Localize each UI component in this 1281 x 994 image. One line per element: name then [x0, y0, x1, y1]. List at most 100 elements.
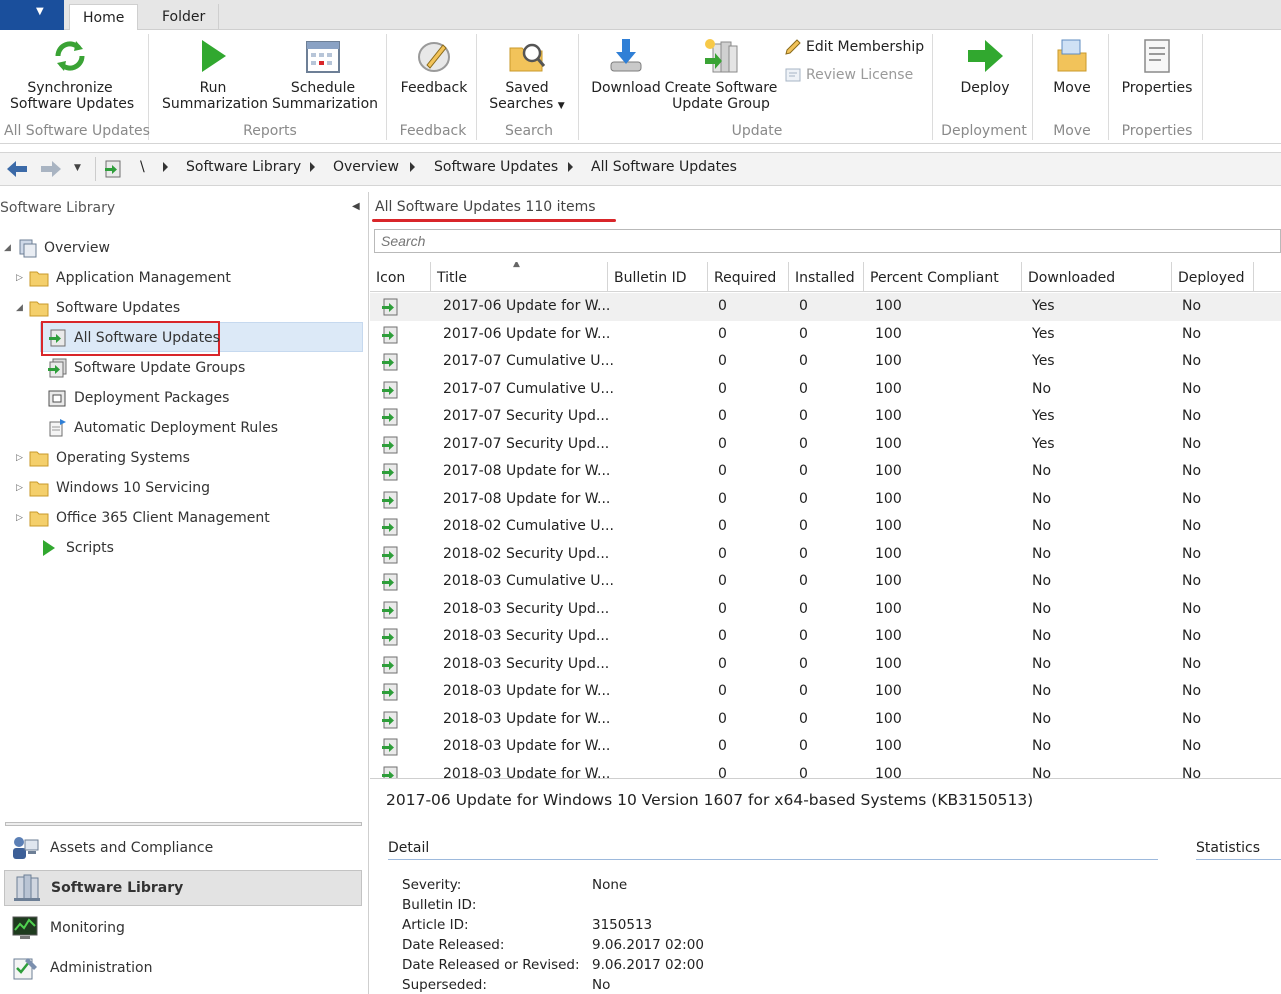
run-summarization-button[interactable]: Run Summarization	[162, 36, 268, 112]
tree-label-operating-systems: Operating Systems	[56, 450, 190, 466]
collapsed-arrow-icon[interactable]: ▷	[16, 483, 28, 493]
breadcrumb-all-software-updates[interactable]: All Software Updates	[591, 159, 737, 175]
feedback-pen-icon	[418, 42, 450, 72]
tree-item-application-management[interactable]: ▷ Application Management	[16, 266, 231, 290]
cell-deployed: No	[1182, 655, 1202, 672]
expanded-arrow-icon[interactable]: ◢	[4, 243, 16, 253]
search-input[interactable]	[374, 229, 1281, 253]
properties-icon	[1144, 39, 1170, 73]
cell-title: 2018-02 Cumulative U...	[443, 518, 614, 534]
tree-item-automatic-deployment-rules[interactable]: Automatic Deployment Rules	[46, 416, 278, 440]
table-row[interactable]: 2018-03 Update for W... 0 0 100 No No	[370, 706, 1281, 734]
table-row[interactable]: 2017-07 Cumulative U... 0 0 100 No No	[370, 376, 1281, 404]
rule-icon	[49, 419, 66, 437]
move-button[interactable]: Move	[1040, 36, 1104, 96]
workspace-administration[interactable]: Administration	[4, 950, 362, 986]
column-header-bulletin-id[interactable]: Bulletin ID	[608, 262, 708, 292]
tree-item-overview[interactable]: ◢ Overview	[4, 236, 110, 260]
table-row[interactable]: 2017-06 Update for W... 0 0 100 Yes No	[370, 321, 1281, 349]
column-header-icon[interactable]: Icon	[370, 262, 431, 292]
collapsed-arrow-icon[interactable]: ▷	[16, 273, 28, 283]
breadcrumb-overview[interactable]: Overview	[333, 159, 399, 175]
collapse-pane-icon[interactable]: ◀	[352, 201, 360, 212]
column-header-required[interactable]: Required	[708, 262, 789, 292]
workspace-assets-and-compliance[interactable]: Assets and Compliance	[4, 830, 362, 866]
table-row[interactable]: 2018-03 Cumulative U... 0 0 100 No No	[370, 568, 1281, 596]
cell-percent: 100	[875, 518, 902, 534]
breadcrumb-root[interactable]: \	[140, 159, 145, 175]
tree-item-scripts[interactable]: Scripts	[28, 536, 114, 560]
review-license-button[interactable]: Review License	[784, 66, 913, 84]
tree-item-operating-systems[interactable]: ▷ Operating Systems	[16, 446, 190, 470]
table-row[interactable]: 2018-03 Security Upd... 0 0 100 No No	[370, 623, 1281, 651]
workspace-splitter[interactable]	[5, 822, 362, 826]
table-row[interactable]: 2017-07 Cumulative U... 0 0 100 Yes No	[370, 348, 1281, 376]
synchronize-updates-button[interactable]: Synchronize Software Updates	[10, 36, 134, 112]
cell-deployed: No	[1182, 380, 1202, 397]
app-menu-button[interactable]: ▼	[0, 0, 64, 30]
tree-item-office-365[interactable]: ▷ Office 365 Client Management	[16, 506, 270, 530]
tab-detail[interactable]: Detail	[388, 840, 429, 856]
expanded-arrow-icon[interactable]: ◢	[16, 303, 28, 313]
tree-item-all-software-updates[interactable]: All Software Updates	[46, 326, 220, 350]
properties-button[interactable]: Properties	[1116, 36, 1198, 96]
cell-required: 0	[718, 325, 727, 342]
tree-item-software-update-groups[interactable]: Software Update Groups	[46, 356, 245, 380]
table-row[interactable]: 2017-08 Update for W... 0 0 100 No No	[370, 486, 1281, 514]
column-header-installed[interactable]: Installed	[789, 262, 864, 292]
download-button[interactable]: Download	[590, 36, 662, 96]
move-folder-icon	[1057, 39, 1087, 72]
ribbon-tab-bar: ▼ Home Folder	[0, 0, 1281, 31]
table-row[interactable]: 2017-07 Security Upd... 0 0 100 Yes No	[370, 403, 1281, 431]
feedback-button[interactable]: Feedback	[396, 36, 472, 96]
tree-item-deployment-packages[interactable]: Deployment Packages	[46, 386, 229, 410]
create-update-group-button[interactable]: Create Software Update Group	[664, 36, 778, 112]
tab-folder[interactable]: Folder	[149, 4, 220, 31]
workspace-monitoring[interactable]: Monitoring	[4, 910, 362, 946]
move-label: Move	[1053, 80, 1091, 96]
schedule-summarization-button[interactable]: Schedule Summarization	[272, 36, 378, 112]
edit-membership-button[interactable]: Edit Membership	[784, 38, 924, 56]
breadcrumb-software-updates[interactable]: Software Updates	[434, 159, 558, 175]
table-row[interactable]: 2018-02 Cumulative U... 0 0 100 No No	[370, 513, 1281, 541]
table-row[interactable]: 2018-03 Update for W... 0 0 100 No No	[370, 733, 1281, 761]
software-update-icon	[382, 326, 398, 343]
workspace-software-library[interactable]: Software Library	[4, 870, 362, 906]
tab-statistics[interactable]: Statistics	[1196, 840, 1260, 856]
cell-percent: 100	[875, 573, 902, 589]
cell-percent: 100	[875, 408, 902, 424]
column-header-deployed[interactable]: Deployed	[1172, 262, 1254, 292]
cell-percent: 100	[875, 628, 902, 644]
cell-percent: 100	[875, 600, 902, 617]
table-row[interactable]: 2018-03 Update for W... 0 0 100 No No	[370, 678, 1281, 706]
tree-item-windows-10-servicing[interactable]: ▷ Windows 10 Servicing	[16, 476, 210, 500]
cell-installed: 0	[799, 298, 808, 314]
table-row[interactable]: 2018-03 Security Upd... 0 0 100 No No	[370, 596, 1281, 624]
deploy-button[interactable]: Deploy	[944, 36, 1026, 96]
breadcrumb-software-library[interactable]: Software Library	[186, 159, 301, 175]
column-header-downloaded[interactable]: Downloaded	[1022, 262, 1172, 292]
history-dropdown-icon[interactable]: ▼	[74, 163, 81, 173]
workspace-label-administration: Administration	[50, 960, 153, 976]
collapsed-arrow-icon[interactable]: ▷	[16, 513, 28, 523]
tab-home[interactable]: Home	[69, 4, 139, 31]
cell-percent: 100	[875, 463, 902, 479]
group-separator	[1108, 34, 1109, 140]
saved-searches-button[interactable]: Saved Searches ▼	[486, 36, 568, 114]
table-row[interactable]: 2017-07 Security Upd... 0 0 100 Yes No	[370, 431, 1281, 459]
cell-deployed: No	[1182, 545, 1202, 562]
table-row[interactable]: 2017-06 Update for W... 0 0 100 Yes No	[370, 293, 1281, 321]
table-row[interactable]: 2017-08 Update for W... 0 0 100 No No	[370, 458, 1281, 486]
table-row[interactable]: 2018-03 Update for W... 0 0 100 No No	[370, 761, 1281, 778]
table-row[interactable]: 2018-03 Security Upd... 0 0 100 No No	[370, 651, 1281, 679]
back-arrow-icon[interactable]	[6, 159, 28, 179]
forward-arrow-icon[interactable]	[40, 159, 62, 179]
properties-label: Properties	[1121, 80, 1193, 96]
cell-required: 0	[718, 380, 727, 397]
cell-installed: 0	[799, 600, 808, 617]
collapsed-arrow-icon[interactable]: ▷	[16, 453, 28, 463]
column-header-percent-compliant[interactable]: Percent Compliant	[864, 262, 1022, 292]
tree-item-software-updates[interactable]: ◢ Software Updates	[16, 296, 180, 320]
table-row[interactable]: 2018-02 Security Upd... 0 0 100 No No	[370, 541, 1281, 569]
software-library-icon	[14, 874, 40, 901]
